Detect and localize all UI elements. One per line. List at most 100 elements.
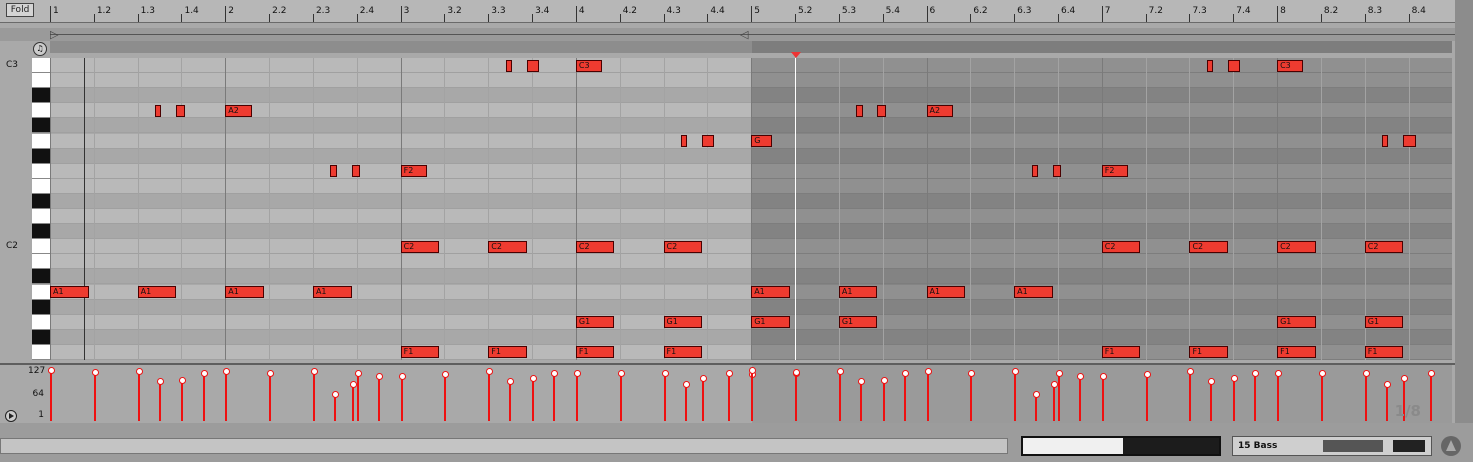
velocity-preview-button[interactable] — [5, 410, 17, 422]
piano-key-c-sharp2[interactable] — [32, 224, 50, 240]
midi-note[interactable]: A2 — [926, 104, 953, 117]
midi-note[interactable] — [351, 165, 361, 178]
velocity-lane[interactable] — [48, 365, 1452, 423]
velocity-handle[interactable] — [267, 369, 275, 377]
velocity-stem[interactable] — [1189, 370, 1192, 421]
velocity-stem[interactable] — [1052, 384, 1055, 421]
piano-key-f-sharp2[interactable] — [32, 148, 50, 164]
horizontal-scrollbar[interactable] — [0, 438, 1008, 454]
velocity-stem[interactable] — [400, 375, 403, 421]
midi-note[interactable] — [1382, 135, 1389, 147]
velocity-editor[interactable]: 127 64 1 1/8 — [0, 363, 1455, 423]
velocity-stem[interactable] — [619, 372, 622, 421]
velocity-stem[interactable] — [751, 370, 754, 421]
midi-note[interactable] — [1031, 165, 1038, 178]
midi-note[interactable]: F1 — [1189, 346, 1228, 359]
velocity-stem[interactable] — [1320, 372, 1323, 421]
velocity-stem[interactable] — [1254, 373, 1257, 421]
midi-note[interactable]: C2 — [1101, 240, 1141, 253]
midi-note[interactable]: A1 — [312, 286, 352, 298]
velocity-handle[interactable] — [551, 370, 559, 378]
velocity-handle[interactable] — [156, 378, 164, 386]
piano-key-g2[interactable] — [32, 133, 50, 149]
velocity-handle[interactable] — [349, 381, 357, 389]
velocity-handle[interactable] — [1033, 390, 1041, 398]
midi-note[interactable] — [1206, 59, 1214, 72]
piano-key-f-sharp1[interactable] — [32, 329, 50, 345]
velocity-stem[interactable] — [970, 372, 973, 421]
velocity-stem[interactable] — [356, 372, 359, 421]
velocity-stem[interactable] — [882, 379, 885, 421]
beat-ruler[interactable]: Fold 1 1.2 1.3 1.4 2 2.2 2.3 2.4 3 3.2 3.3 3.4 4 4.2 4… — [0, 0, 1455, 23]
piano-key-g-sharp1[interactable] — [32, 299, 50, 315]
midi-note[interactable] — [176, 104, 185, 117]
midi-note[interactable]: C2 — [400, 240, 440, 253]
piano-key-b1[interactable] — [32, 254, 50, 270]
velocity-stem[interactable] — [269, 372, 272, 421]
velocity-stem[interactable] — [377, 376, 380, 421]
piano-key-c3[interactable] — [32, 58, 50, 74]
piano-key-d2[interactable] — [32, 209, 50, 225]
velocity-handle[interactable] — [200, 369, 208, 377]
midi-note[interactable] — [330, 165, 337, 178]
midi-note[interactable]: F2 — [400, 165, 427, 178]
velocity-handle[interactable] — [223, 367, 231, 375]
velocity-handle[interactable] — [507, 378, 515, 386]
midi-note[interactable]: F1 — [1277, 346, 1316, 359]
midi-note[interactable]: C2 — [1189, 240, 1228, 253]
midi-note[interactable]: F1 — [663, 346, 703, 359]
preview-headphone-icon[interactable]: ♫ — [33, 42, 47, 56]
midi-note[interactable]: F1 — [400, 346, 440, 359]
velocity-handle[interactable] — [398, 372, 406, 380]
velocity-stem[interactable] — [1364, 372, 1367, 421]
velocity-stem[interactable] — [684, 383, 687, 421]
midi-note[interactable]: A1 — [50, 286, 89, 298]
velocity-handle[interactable] — [1362, 369, 1370, 377]
midi-note[interactable]: G1 — [575, 316, 615, 329]
midi-note[interactable]: C2 — [1364, 240, 1404, 253]
velocity-stem[interactable] — [926, 370, 929, 421]
fold-button[interactable]: Fold — [6, 3, 34, 17]
velocity-stem[interactable] — [1057, 372, 1060, 421]
midi-note[interactable] — [1228, 59, 1241, 72]
midi-note[interactable]: C2 — [575, 240, 615, 253]
velocity-stem[interactable] — [50, 370, 52, 421]
piano-key-f2[interactable] — [32, 163, 50, 179]
velocity-stem[interactable] — [575, 373, 578, 421]
midi-note[interactable]: C3 — [1277, 59, 1304, 72]
velocity-stem[interactable] — [1101, 375, 1104, 421]
velocity-stem[interactable] — [509, 381, 512, 421]
velocity-handle[interactable] — [530, 375, 538, 383]
expand-triangle-icon[interactable] — [1441, 436, 1461, 456]
velocity-stem[interactable] — [1385, 383, 1388, 421]
midi-note[interactable]: F1 — [1364, 346, 1404, 359]
midi-note[interactable] — [155, 104, 162, 117]
grid-resolution-label[interactable]: 1/8 — [1395, 402, 1421, 420]
velocity-handle[interactable] — [135, 368, 143, 376]
velocity-stem[interactable] — [728, 372, 731, 421]
piano-key-e2[interactable] — [32, 178, 50, 194]
velocity-handle[interactable] — [310, 367, 318, 375]
midi-note[interactable]: C2 — [663, 240, 703, 253]
piano-key-d-sharp2[interactable] — [32, 193, 50, 209]
midi-note[interactable]: C2 — [488, 240, 527, 253]
velocity-handle[interactable] — [91, 368, 99, 376]
piano-key-a-sharp2[interactable] — [32, 88, 50, 104]
velocity-handle[interactable] — [1055, 369, 1063, 377]
velocity-stem[interactable] — [93, 371, 96, 421]
velocity-stem[interactable] — [181, 379, 184, 421]
velocity-stem[interactable] — [1210, 381, 1213, 421]
midi-note[interactable]: C2 — [1277, 240, 1316, 253]
velocity-stem[interactable] — [1035, 393, 1038, 421]
midi-note[interactable] — [856, 104, 863, 117]
velocity-handle[interactable] — [1143, 371, 1151, 379]
velocity-stem[interactable] — [903, 372, 906, 421]
midi-note[interactable]: G1 — [751, 316, 790, 329]
velocity-stem[interactable] — [351, 384, 354, 421]
velocity-handle[interactable] — [682, 380, 690, 388]
velocity-stem[interactable] — [795, 371, 798, 421]
piano-key-a-sharp1[interactable] — [32, 269, 50, 285]
velocity-handle[interactable] — [375, 373, 383, 381]
loop-start-marker[interactable]: ▷ — [50, 28, 58, 41]
midi-note[interactable]: A1 — [225, 286, 264, 298]
